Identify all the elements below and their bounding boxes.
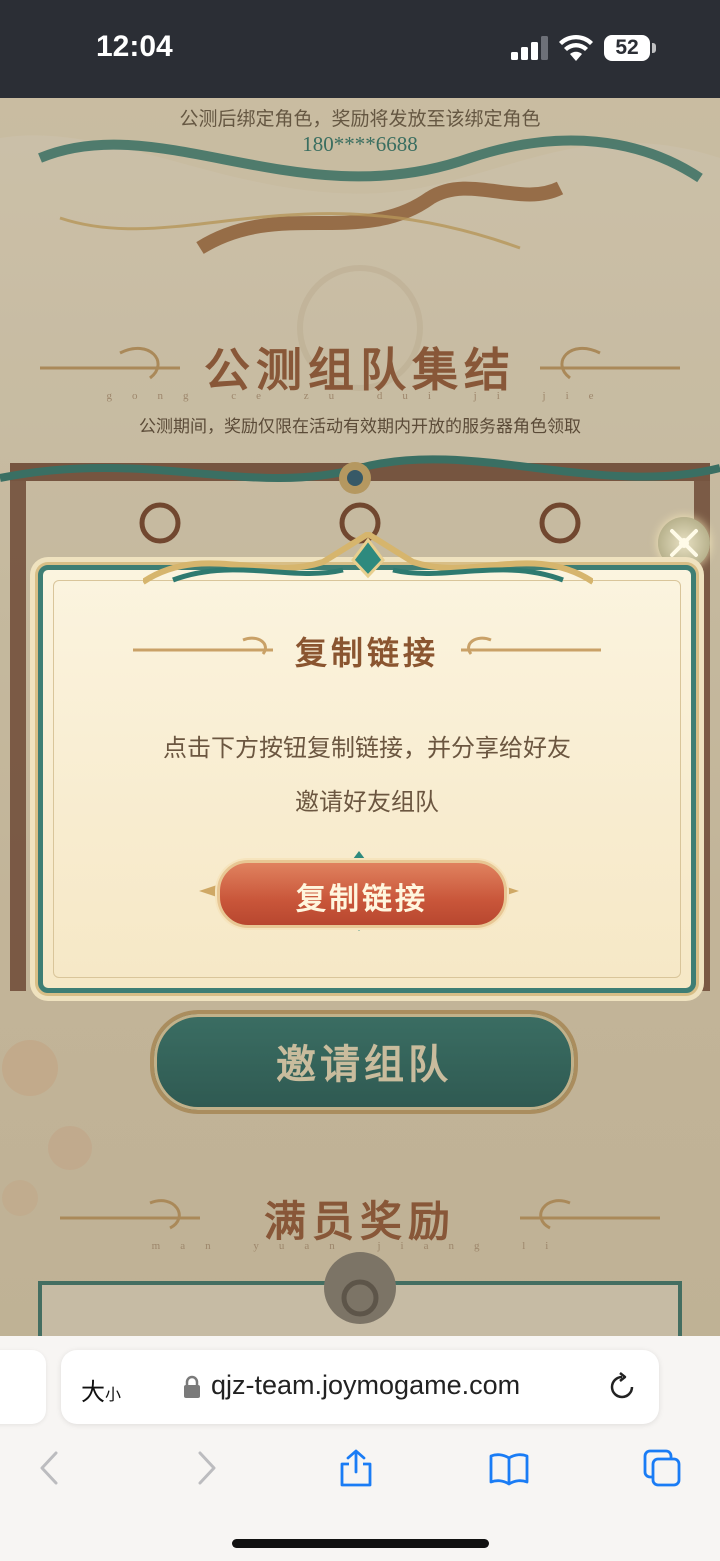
modal-title: 复制链接: [294, 634, 439, 672]
url-text: qjz-team.joymogame.com: [211, 1370, 521, 1400]
modal-subtext: 邀请好友组队: [295, 788, 439, 816]
status-bar: 12:04 52: [0, 0, 720, 98]
home-indicator[interactable]: [232, 1539, 489, 1548]
forward-icon[interactable]: [186, 1448, 226, 1488]
clock: 12:04: [96, 30, 173, 63]
battery-tip: [652, 43, 656, 53]
wifi-icon: [559, 34, 593, 61]
text-size-small: 小: [105, 1387, 122, 1404]
previous-tab-preview[interactable]: [0, 1350, 46, 1424]
text-size-button[interactable]: 大小: [81, 1372, 121, 1407]
share-icon[interactable]: [336, 1448, 376, 1488]
modal-instruction: 点击下方按钮复制链接，并分享给好友: [163, 734, 571, 762]
copy-link-button[interactable]: 复制链接: [217, 860, 507, 928]
reload-icon[interactable]: [607, 1372, 637, 1402]
address-bar[interactable]: 大小 qjz-team.joymogame.com: [61, 1350, 659, 1424]
battery-indicator: 52: [604, 35, 650, 61]
modal-crown-ornament: [143, 532, 593, 585]
cellular-signal-icon: [511, 36, 548, 60]
close-x-icon: [670, 529, 698, 557]
back-icon[interactable]: [30, 1448, 70, 1488]
browser-toolbar: 大小 qjz-team.joymogame.com: [0, 1336, 720, 1561]
bookmarks-icon[interactable]: [489, 1448, 529, 1488]
copy-link-modal: 复制链接 点击下方按钮复制链接，并分享给好友 邀请好友组队 复制链接: [38, 532, 696, 993]
lock-icon: [184, 1375, 200, 1398]
tabs-icon[interactable]: [642, 1448, 682, 1488]
copy-link-button-label: 复制链接: [296, 882, 428, 917]
text-size-big: 大: [81, 1379, 105, 1406]
close-modal-button[interactable]: [658, 517, 710, 569]
